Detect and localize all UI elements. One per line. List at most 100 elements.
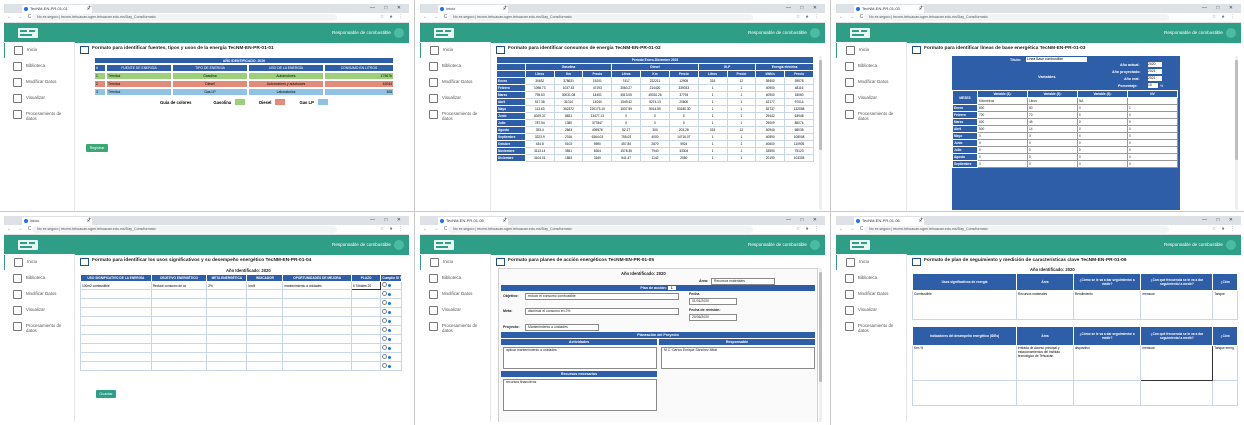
sidebar-item-biblioteca[interactable]: Biblioteca: [4, 271, 74, 286]
table-cell[interactable]: 31014: [553, 98, 584, 106]
table-cell[interactable]: [80, 361, 152, 371]
avatar[interactable]: [1226, 28, 1236, 38]
table-cell[interactable]: [282, 325, 352, 335]
value-input[interactable]: 700: [977, 111, 1028, 119]
url-field[interactable]: No es seguro | tecnm-tehuacan-sgen.tehua…: [864, 14, 1169, 21]
table-cell[interactable]: [282, 334, 352, 344]
table-cell[interactable]: 378631: [553, 77, 584, 85]
table-cell[interactable]: 30031.08: [553, 91, 584, 99]
sidebar-item-modificar[interactable]: Modificar Datos: [4, 287, 74, 302]
table-cell[interactable]: [80, 298, 152, 308]
table-cell[interactable]: 1: [726, 105, 757, 113]
table-cell[interactable]: 14401: [582, 91, 613, 99]
table-cell[interactable]: [350, 361, 382, 371]
table-cell[interactable]: 2050: [668, 154, 699, 162]
table-cell[interactable]: 1: [697, 133, 728, 141]
sidebar-item-inicio[interactable]: Inicio: [4, 43, 74, 58]
value-input[interactable]: 0: [1027, 153, 1078, 161]
sidebar-item-biblioteca[interactable]: Biblioteca: [420, 271, 490, 286]
table-cell[interactable]: [206, 352, 248, 362]
table-cell[interactable]: [1016, 380, 1074, 406]
table-cell[interactable]: Tanque: [1212, 290, 1238, 320]
value-input[interactable]: 70: [1027, 111, 1078, 119]
table-cell[interactable]: 2870: [640, 140, 670, 148]
table-cell[interactable]: 1: [697, 91, 728, 99]
table-cell[interactable]: [206, 361, 248, 371]
table-cell[interactable]: [150, 325, 208, 335]
table-cell[interactable]: [246, 361, 284, 371]
table-cell[interactable]: 100m2 combustible: [80, 281, 152, 290]
anio-real-input[interactable]: 2021: [1148, 76, 1162, 81]
table-cell[interactable]: 1: [697, 112, 728, 120]
table-cell[interactable]: 339033: [668, 84, 699, 92]
nav-buttons-icon[interactable]: ← → C: [7, 13, 33, 22]
actividad-input[interactable]: aplicar mantenimiento a unidades: [503, 347, 657, 369]
browser-tab[interactable]: TecNM-EN-PR-01-06 ✕: [854, 217, 924, 225]
table-cell[interactable]: [206, 316, 248, 326]
table-cell[interactable]: [246, 343, 284, 353]
table-cell[interactable]: mantenimiento a unidades: [282, 281, 352, 290]
registrar-button[interactable]: Registrar: [86, 144, 108, 152]
variable-name-input[interactable]: Litros: [1027, 97, 1078, 105]
value-input[interactable]: 0: [1127, 146, 1178, 154]
value-input[interactable]: 0: [1077, 111, 1128, 119]
table-cell[interactable]: 1098.73: [524, 84, 555, 92]
table-cell[interactable]: 47193: [582, 84, 613, 92]
table-cell[interactable]: 917.38: [524, 98, 555, 106]
nav-buttons-icon[interactable]: ← → C: [423, 13, 449, 22]
value-input[interactable]: 0: [1127, 132, 1178, 140]
titulo-input[interactable]: Linea Base combustible: [1026, 57, 1087, 62]
table-cell[interactable]: 113.63: [524, 105, 555, 113]
table-cell[interactable]: 2663: [553, 126, 584, 134]
value-input[interactable]: 0: [1077, 160, 1128, 168]
table-cell[interactable]: [80, 289, 152, 299]
table-cell[interactable]: [1140, 380, 1214, 406]
table-cell[interactable]: 39578: [784, 77, 814, 85]
table-cell[interactable]: [206, 343, 248, 353]
table-cell[interactable]: Km / lt: [911, 345, 1018, 381]
browser-tab[interactable]: TecNM-EN-PR-01-01 ✕: [22, 5, 92, 13]
table-cell[interactable]: 12: [726, 126, 757, 134]
table-cell[interactable]: Rendimiento: [1072, 290, 1142, 320]
table-cell[interactable]: 333.4: [524, 126, 555, 134]
table-cell[interactable]: [246, 307, 284, 317]
value-input[interactable]: 0: [1127, 139, 1178, 147]
value-input[interactable]: 0: [977, 139, 1028, 147]
table-cell[interactable]: 755.03: [611, 133, 642, 141]
table-cell[interactable]: 1: [726, 91, 757, 99]
meta-input[interactable]: disminuir el consumo en 2%: [525, 308, 679, 315]
anio-proyectado-input[interactable]: 2021: [1148, 69, 1162, 74]
table-cell[interactable]: km/lt: [246, 281, 284, 290]
url-field[interactable]: No es seguro | tecnm-tehuacan-sgen.tehua…: [864, 226, 1169, 233]
table-cell[interactable]: 48115: [784, 84, 814, 92]
table-cell[interactable]: [150, 334, 208, 344]
url-field[interactable]: No es seguro | tecnm-tehuacan-sgen.tehua…: [32, 226, 337, 233]
sidebar-item-inicio[interactable]: Inicio: [4, 255, 74, 270]
table-cell[interactable]: 300: [640, 126, 670, 134]
table-cell[interactable]: 14716.07: [668, 133, 699, 141]
cumplio-radio[interactable]: [380, 289, 402, 299]
table-cell[interactable]: [1212, 380, 1238, 406]
table-cell[interactable]: [282, 307, 352, 317]
nav-buttons-icon[interactable]: ← → C: [7, 225, 33, 234]
sidebar-item-visualizar[interactable]: Visualizar: [420, 303, 490, 318]
sidebar-item-biblioteca[interactable]: Biblioteca: [836, 271, 906, 286]
table-cell[interactable]: [206, 307, 248, 317]
browser-tab[interactable]: Inicio ✕: [438, 5, 508, 13]
browser-tab[interactable]: TecNM-EN-PR-01-03 ✕: [854, 5, 924, 13]
table-cell[interactable]: [246, 298, 284, 308]
table-cell[interactable]: 33304: [668, 147, 699, 155]
table-cell[interactable]: [150, 316, 208, 326]
table-cell[interactable]: 352372: [553, 105, 584, 113]
variable-name-input[interactable]: Kilómetros: [977, 97, 1028, 105]
table-cell[interactable]: 1: [726, 154, 757, 162]
table-cell[interactable]: [246, 325, 284, 335]
table-cell[interactable]: Reducir consumo de co: [150, 281, 208, 290]
value-input[interactable]: 14: [1027, 125, 1078, 133]
value-input[interactable]: 0: [1077, 146, 1128, 154]
table-cell[interactable]: [246, 316, 284, 326]
table-cell[interactable]: 108008: [784, 133, 814, 141]
table-cell[interactable]: 13477.13: [582, 112, 613, 120]
value-input[interactable]: 0: [977, 153, 1028, 161]
value-input[interactable]: 80: [1027, 104, 1078, 112]
